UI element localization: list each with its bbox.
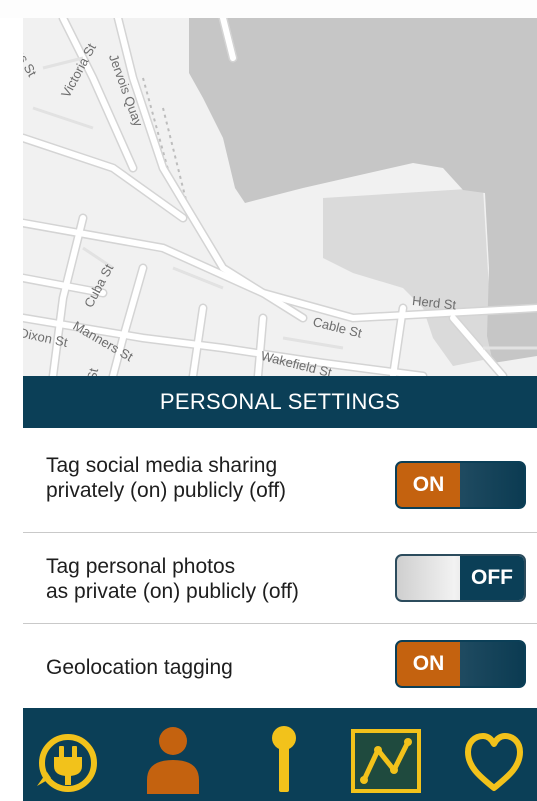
setting-label-line2: privately (on) publicly (off) bbox=[46, 479, 287, 502]
tab-profile[interactable] bbox=[136, 718, 210, 794]
setting-row-geolocation: Geolocation tagging ON bbox=[23, 624, 537, 708]
chart-icon bbox=[351, 729, 421, 793]
toggle-state: ON bbox=[397, 463, 460, 507]
setting-label-line1: Tag personal photos bbox=[46, 555, 236, 578]
toggle-state: ON bbox=[397, 642, 460, 686]
setting-label: Geolocation tagging bbox=[46, 656, 233, 679]
heart-icon bbox=[465, 733, 523, 791]
tab-location[interactable] bbox=[247, 718, 321, 794]
tab-favorites[interactable] bbox=[457, 718, 531, 794]
social-sharing-toggle[interactable]: ON bbox=[395, 461, 526, 509]
setting-label-line2: as private (on) publicly (off) bbox=[46, 580, 299, 603]
settings-header: PERSONAL SETTINGS bbox=[23, 376, 537, 428]
tab-power[interactable] bbox=[31, 718, 105, 794]
power-plug-icon bbox=[37, 734, 97, 792]
map-view[interactable]: ns St Victoria St Jervois Quay St Cuba S… bbox=[23, 18, 537, 376]
tab-bar bbox=[23, 708, 537, 801]
geolocation-toggle[interactable]: ON bbox=[395, 640, 526, 688]
map-graphics bbox=[23, 18, 537, 376]
app-screen: ns St Victoria St Jervois Quay St Cuba S… bbox=[23, 18, 537, 801]
setting-label-line1: Tag social media sharing bbox=[46, 454, 278, 477]
tab-chart[interactable] bbox=[349, 718, 423, 794]
toggle-state: OFF bbox=[460, 556, 524, 600]
setting-row-personal-photos: Tag personal photos as private (on) publ… bbox=[23, 533, 537, 624]
setting-label: Tag social media sharing privately (on) … bbox=[46, 453, 286, 503]
setting-row-social-sharing: Tag social media sharing privately (on) … bbox=[23, 428, 537, 533]
person-icon bbox=[147, 727, 199, 794]
top-strip bbox=[0, 0, 537, 18]
pin-icon bbox=[272, 726, 296, 792]
personal-photos-toggle[interactable]: OFF bbox=[395, 554, 526, 602]
setting-label: Tag personal photos as private (on) publ… bbox=[46, 554, 299, 604]
